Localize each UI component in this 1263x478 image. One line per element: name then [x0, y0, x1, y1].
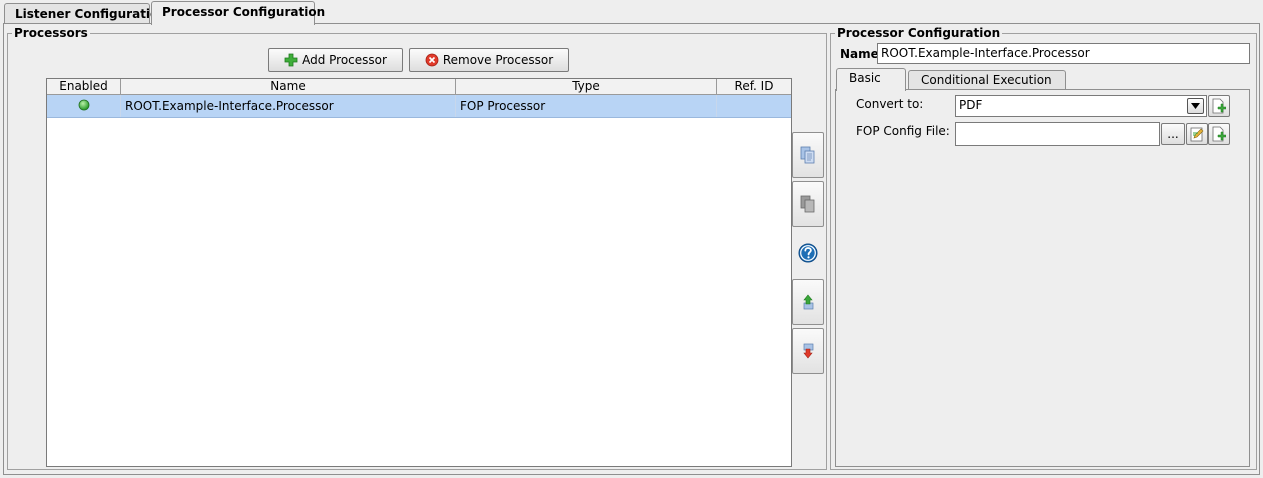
new-convert-button[interactable]	[1208, 95, 1230, 117]
tab-conditional-execution[interactable]: Conditional Execution	[908, 70, 1066, 90]
enabled-cell[interactable]	[47, 95, 121, 117]
dropdown-arrow[interactable]	[1187, 98, 1204, 114]
edit-button[interactable]	[1186, 123, 1208, 145]
processors-group-title: Processors	[12, 25, 90, 41]
convert-to-select[interactable]: PDF	[955, 95, 1207, 117]
chevron-down-icon	[1191, 103, 1200, 109]
column-header-ref-id[interactable]: Ref. ID	[717, 79, 791, 94]
new-document-icon	[1212, 126, 1226, 142]
browse-label: ...	[1167, 127, 1179, 141]
ref-id-cell	[717, 95, 791, 117]
help-icon	[798, 243, 818, 263]
move-down-icon	[803, 343, 814, 359]
remove-processor-label: Remove Processor	[442, 53, 554, 67]
remove-icon	[425, 53, 439, 67]
copy-icon	[800, 146, 815, 164]
column-header-name[interactable]: Name	[121, 79, 456, 94]
add-processor-button[interactable]: Add Processor	[268, 48, 403, 72]
browse-button[interactable]: ...	[1161, 123, 1185, 145]
enabled-status-icon	[78, 99, 89, 111]
table-row[interactable]: ROOT.Example-Interface.Processor FOP Pro…	[47, 95, 791, 118]
paste-icon	[800, 195, 815, 213]
tab-basic[interactable]: Basic	[836, 68, 906, 91]
move-down-button[interactable]	[792, 328, 824, 374]
move-up-icon	[803, 294, 814, 310]
column-header-enabled[interactable]: Enabled	[47, 79, 121, 94]
processor-name-field[interactable]: ROOT.Example-Interface.Processor	[877, 43, 1250, 64]
processors-table: Enabled Name Type Ref. ID ROOT.Example-I…	[46, 78, 792, 467]
tab-processor-configuration[interactable]: Processor Configuration	[151, 1, 325, 25]
move-up-button[interactable]	[792, 279, 824, 325]
convert-to-value: PDF	[959, 98, 983, 112]
help-button[interactable]	[798, 243, 818, 266]
table-header: Enabled Name Type Ref. ID	[47, 79, 791, 95]
new-fop-config-button[interactable]	[1208, 123, 1230, 145]
copy-button[interactable]	[792, 132, 824, 178]
remove-processor-button[interactable]: Remove Processor	[409, 48, 569, 72]
edit-icon	[1190, 127, 1204, 142]
add-processor-label: Add Processor	[302, 53, 387, 67]
new-document-icon	[1212, 98, 1226, 114]
tab-listener-configuration[interactable]: Listener Configuration	[4, 3, 167, 24]
paste-button[interactable]	[792, 181, 824, 227]
type-cell: FOP Processor	[456, 95, 717, 117]
add-icon	[284, 53, 298, 67]
fop-config-file-field[interactable]	[955, 122, 1160, 146]
processor-configuration-title: Processor Configuration	[835, 25, 1003, 41]
fop-config-file-label: FOP Config File:	[856, 124, 950, 138]
convert-to-label: Convert to:	[856, 97, 924, 111]
column-header-type[interactable]: Type	[456, 79, 717, 94]
main-tab-bar: Listener Configuration Processor Configu…	[0, 0, 1263, 25]
name-cell: ROOT.Example-Interface.Processor	[121, 95, 456, 117]
